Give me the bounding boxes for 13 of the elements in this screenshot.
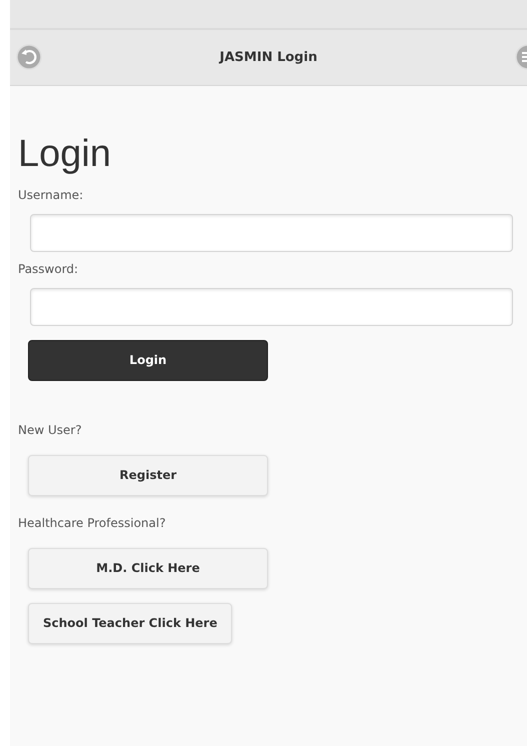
login-button[interactable]: Login (28, 340, 268, 381)
back-icon[interactable] (16, 44, 42, 70)
page-heading: Login (18, 134, 112, 176)
input-field[interactable] (30, 288, 513, 326)
action-button[interactable]: Register (28, 454, 268, 496)
prompt-text: New User? (18, 422, 82, 437)
input-field[interactable] (30, 214, 513, 252)
prompt-text: Healthcare Professional? (18, 516, 166, 530)
action-button[interactable]: M.D. Click Here (28, 548, 268, 589)
field-label: Username: (18, 186, 84, 204)
action-button[interactable]: School Teacher Click Here (28, 602, 232, 644)
field-label: Password: (18, 260, 80, 278)
header-title: JASMIN Login (220, 48, 318, 67)
